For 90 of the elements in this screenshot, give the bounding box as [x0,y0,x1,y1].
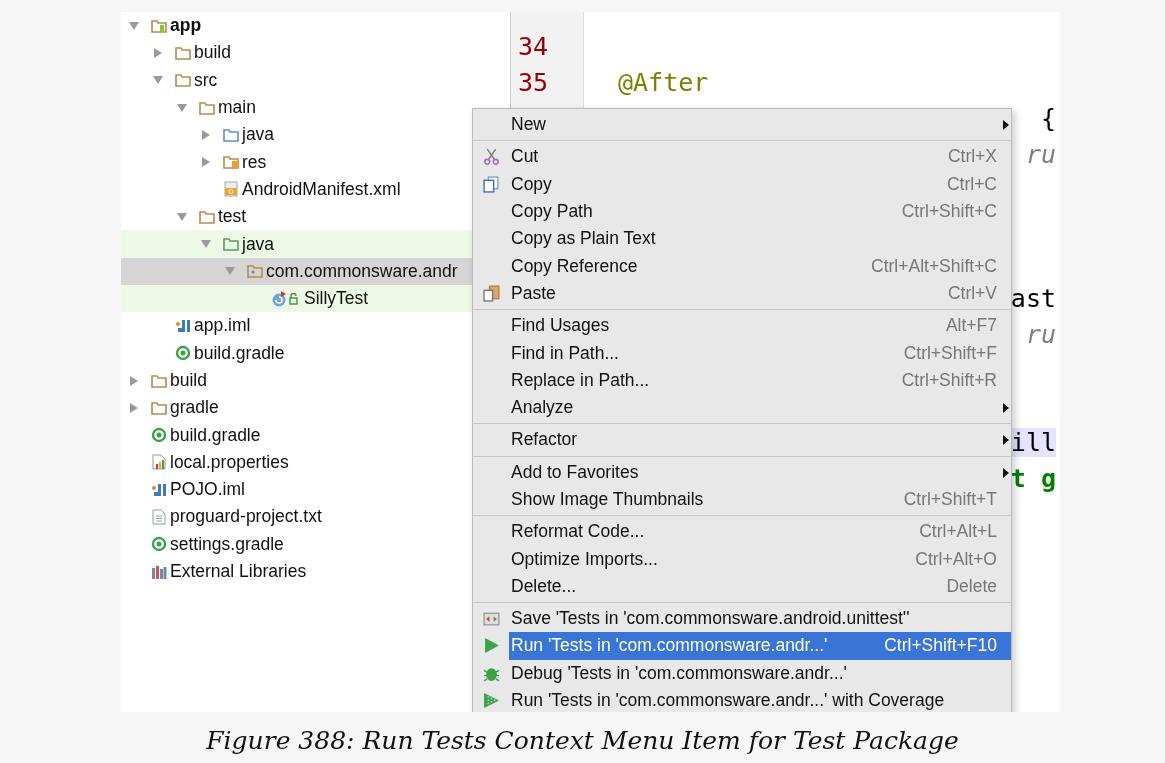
gradle-file-icon [151,427,167,444]
code-text: ill [1010,427,1056,457]
collapsed-arrow-icon[interactable] [201,157,211,168]
folder-icon [151,399,167,416]
tree-item-label[interactable]: gradle [170,397,219,419]
package-folder-icon [247,263,263,280]
code-text: ru [1025,139,1056,169]
tree-item-label[interactable]: java [242,124,275,146]
menu-item[interactable]: Run 'Tests in 'com.commonsware.andr...' Ctrl+Shift+F10 [509,632,1011,660]
tree-item-label[interactable]: POJO.iml [170,479,245,501]
menu-item[interactable]: Show Image Thumbnails Ctrl+Shift+T [509,485,1011,514]
tree-item-label[interactable]: build.gradle [194,342,285,364]
menu-item[interactable]: Replace in Path... Ctrl+Shift+R [509,366,1011,394]
copy-icon [482,175,500,193]
menu-item[interactable]: Copy Reference Ctrl+Alt+Shift+C [509,252,1011,280]
paste-icon [482,284,500,302]
run-icon [482,637,500,655]
menu-item[interactable]: New [509,111,1011,139]
expanded-arrow-icon[interactable] [129,20,139,31]
code-text: ast [1010,283,1056,313]
tree-item-label[interactable]: src [194,69,218,91]
menu-item[interactable]: Reformat Code... Ctrl+Alt+L [509,518,1011,546]
xml-file-icon [223,181,239,198]
collapsed-arrow-icon[interactable] [153,47,163,58]
menu-item[interactable]: Copy Path Ctrl+Shift+C [509,197,1011,226]
collapsed-arrow-icon[interactable] [129,402,139,413]
menu-item[interactable]: Run 'Tests in 'com.commonsware.andr...' with Coverage [509,686,1011,712]
properties-file-icon [151,454,167,471]
folder-icon [151,372,167,389]
text-file-icon [151,509,167,525]
expanded-arrow-icon[interactable] [201,239,211,249]
collapsed-arrow-icon[interactable] [201,129,211,140]
menu-item[interactable]: Optimize Imports... Ctrl+Alt+O [509,545,1011,573]
tree-item-label[interactable]: SillyTest [304,288,369,310]
tree-item-label[interactable]: test [218,206,247,228]
configuration-icon [482,610,500,628]
scissors-icon [482,148,500,166]
tree-item-label[interactable]: proguard-project.txt [170,506,322,528]
menu-item[interactable]: Save 'Tests in 'com.commonsware.android.unittest'' [509,605,1011,633]
menu-item[interactable]: Debug 'Tests in 'com.commonsware.andr...' [509,659,1011,687]
folder-icon [199,208,215,225]
module-folder-icon [151,17,167,34]
menu-item[interactable]: Cut Ctrl+X [509,143,1011,171]
folder-icon [175,72,191,89]
tree-item-label[interactable]: build [170,370,207,391]
tree-item-label[interactable]: res [242,151,267,173]
tree-item-label[interactable]: build.gradle [170,424,261,446]
coverage-icon [482,692,500,710]
tree-item-label[interactable]: java [242,233,275,255]
menu-item[interactable]: Analyze [509,393,1011,422]
gradle-file-icon [151,536,167,553]
test-class-icon [271,290,301,307]
code-text: @After [618,67,709,97]
menu-item[interactable]: Refactor [509,426,1011,454]
folder-icon [199,99,215,116]
menu-item[interactable]: Find Usages Alt+F7 [509,312,1011,340]
expanded-arrow-icon[interactable] [177,102,187,113]
menu-item[interactable]: Add to Favorites [509,458,1011,486]
tree-item-label[interactable]: app.iml [194,315,251,337]
tree-item-label[interactable]: settings.gradle [170,533,284,555]
folder-icon [223,126,239,143]
expanded-arrow-icon[interactable] [225,266,235,277]
resource-folder-icon [223,154,239,171]
menu-item[interactable]: Delete... Delete [509,572,1011,601]
expanded-arrow-icon[interactable] [153,75,163,86]
tree-item-label[interactable]: main [218,97,256,119]
module-file-icon [151,481,167,498]
code-text: { [1040,103,1056,133]
library-books-icon [151,563,167,580]
line-number: 34 [518,31,549,61]
collapsed-arrow-icon[interactable] [129,375,139,386]
tree-item-label[interactable]: local.properties [170,451,289,473]
figure-caption: Figure 388: Run Tests Context Menu Item for Test Package [205,726,960,755]
code-text: ru [1025,319,1056,349]
menu-item[interactable]: Copy as Plain Text [509,225,1011,253]
tree-item-label[interactable]: app [170,15,202,37]
code-text: t g [1010,463,1056,493]
tree-item-label[interactable]: AndroidManifest.xml [242,178,401,200]
module-file-icon [175,317,191,334]
expanded-arrow-icon[interactable] [177,211,187,222]
menu-item[interactable]: Copy Ctrl+C [509,170,1011,198]
tree-item-label[interactable]: com.commonsware.andr [266,260,458,282]
tree-item-label[interactable]: build [194,42,231,64]
gradle-file-icon [175,345,191,362]
folder-icon [175,44,191,61]
menu-item[interactable]: Find in Path... Ctrl+Shift+F [509,339,1011,367]
menu-item[interactable]: Paste Ctrl+V [509,279,1011,308]
tree-item-label[interactable]: External Libraries [170,561,307,583]
line-number: 35 [518,67,549,97]
folder-icon [223,236,239,252]
